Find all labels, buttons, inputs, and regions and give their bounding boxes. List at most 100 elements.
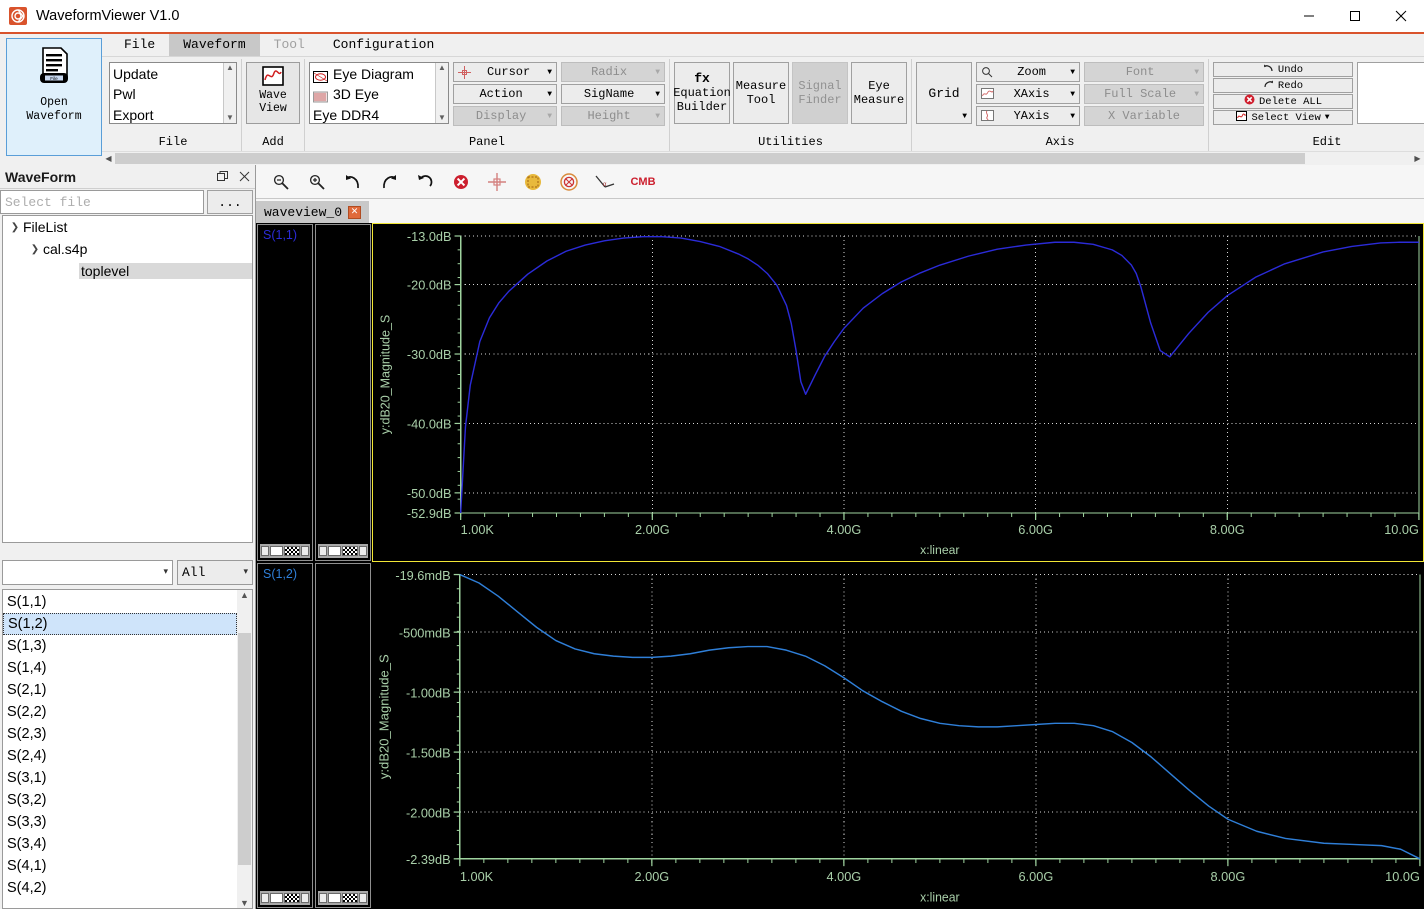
tree-node-toplevel[interactable]: toplevel [3, 260, 252, 282]
signal-list-item[interactable]: S(2,2) [3, 701, 237, 723]
signal-list-item[interactable]: S(4,2) [3, 877, 237, 899]
action-dropdown[interactable]: Action ▼ [453, 84, 557, 104]
signal-type-combo[interactable]: All ▾ [177, 559, 253, 585]
signal-list[interactable]: S(1,1) S(1,2) S(1,3) S(1,4) S(2,1) S(2,2) S(2,… [2, 589, 253, 909]
panel-item-3d-eye[interactable]: 3D Eye [313, 84, 435, 104]
tab-file[interactable]: File [110, 34, 169, 56]
scroll-right-icon[interactable]: ▶ [1411, 152, 1424, 165]
signal-list-item[interactable]: S(1,4) [3, 657, 237, 679]
tab-waveview-0[interactable]: waveview_0 ✕ [256, 201, 370, 223]
delete-all-button[interactable]: Delete ALL [1213, 94, 1353, 109]
tree-node-cal-s4p[interactable]: ❯ cal.s4p [3, 238, 252, 260]
mini-scrollbar[interactable] [318, 544, 368, 558]
ribbon-scroll-thumb[interactable] [115, 153, 1305, 164]
x-variable-button[interactable]: X Variable [1084, 106, 1204, 126]
tab-configuration[interactable]: Configuration [319, 34, 448, 56]
mini-scrollbar[interactable] [318, 891, 368, 905]
redo-arrow-icon[interactable] [374, 169, 404, 195]
chevron-down-icon[interactable]: ❯ [27, 244, 43, 255]
select-view-button[interactable]: Select View ▼ [1213, 110, 1353, 125]
panel-item-eye-ddr4[interactable]: Eye DDR4 [313, 105, 435, 123]
mini-scrollbar[interactable] [260, 544, 310, 558]
panel-item-eye-diagram[interactable]: Eye Diagram [313, 64, 435, 84]
signal-list-item[interactable]: S(4,1) [3, 855, 237, 877]
signal-list-scrollbar[interactable]: ▲ ▼ [237, 590, 252, 908]
signal-list-item[interactable]: S(2,1) [3, 679, 237, 701]
signal-list-item[interactable]: S(3,1) [3, 767, 237, 789]
crosshair-cursor-icon[interactable] [482, 169, 512, 195]
chevron-down-icon[interactable]: ▼ [962, 112, 967, 121]
close-panel-button[interactable] [233, 166, 255, 188]
tree-node-filelist[interactable]: ❯ FileList [3, 216, 252, 238]
scroll-up-icon[interactable]: ▲ [226, 63, 234, 73]
mini-scrollbar[interactable] [260, 891, 310, 905]
equation-builder-button[interactable]: fx Equation Builder [673, 62, 731, 124]
signal-column-1b[interactable] [315, 563, 371, 908]
file-actions-list[interactable]: Update Pwl Export ▲ ▼ [109, 62, 237, 124]
full-scale-dropdown[interactable]: Full Scale ▼ [1084, 84, 1204, 104]
signal-column-1a[interactable]: S(1,2) [257, 563, 313, 908]
font-dropdown[interactable]: Font ▼ [1084, 62, 1204, 82]
signal-list-scroll-thumb[interactable] [238, 633, 251, 865]
chart-0[interactable]: -13.0dB -20.0dB -30.0dB -40.0dB -50.0dB -52.9… [372, 223, 1424, 562]
signal-list-item[interactable]: S(2,3) [3, 723, 237, 745]
tab-close-icon[interactable]: ✕ [348, 205, 362, 219]
open-waveform-button[interactable]: File Open Waveform [6, 38, 102, 156]
signal-column-0b[interactable] [315, 224, 371, 561]
undo-arrow-icon[interactable] [338, 169, 368, 195]
undo-button[interactable]: Undo [1213, 62, 1353, 77]
reset-arrow-icon[interactable] [410, 169, 440, 195]
cursor-dropdown[interactable]: Cursor ▼ [453, 62, 557, 82]
zoom-dropdown[interactable]: Zoom ▼ [976, 62, 1080, 82]
angle-measure-icon[interactable]: α [590, 169, 620, 195]
delete-circle-icon[interactable] [446, 169, 476, 195]
panel-list-scrollbar[interactable]: ▲ ▼ [435, 63, 448, 123]
marker-dot-icon[interactable] [518, 169, 548, 195]
signal-label-s12[interactable]: S(1,2) [258, 564, 312, 581]
signal-list-item[interactable]: S(1,3) [3, 635, 237, 657]
scroll-left-icon[interactable]: ◀ [102, 152, 115, 165]
browse-file-button[interactable]: ... [207, 190, 253, 214]
signal-finder-button[interactable]: Signal Finder [792, 62, 848, 124]
file-action-pwl[interactable]: Pwl [113, 84, 223, 104]
panel-type-list[interactable]: Eye Diagram 3D Eye Eye DDR4 ▲ ▼ [309, 62, 449, 124]
float-panel-button[interactable] [211, 166, 233, 188]
grid-button[interactable]: Grid ▼ [916, 62, 972, 124]
signal-list-item[interactable]: S(3,4) [3, 833, 237, 855]
scroll-down-icon[interactable]: ▼ [226, 113, 234, 123]
cmb-icon[interactable]: CMB [626, 169, 660, 195]
measure-tool-button[interactable]: Measure Tool [733, 62, 789, 124]
chevron-down-icon[interactable]: ❯ [7, 222, 23, 233]
tab-waveform[interactable]: Waveform [169, 34, 260, 56]
chart-1[interactable]: -19.6mdB -500mdB -1.00dB -1.50dB -2.00dB -2.3… [372, 562, 1424, 909]
measure-circle-icon[interactable] [554, 169, 584, 195]
file-action-update[interactable]: Update [113, 64, 223, 84]
scroll-up-icon[interactable]: ▲ [240, 590, 249, 600]
signal-list-item[interactable]: S(1,2) [3, 613, 237, 635]
maximize-button[interactable] [1332, 0, 1378, 32]
redo-button[interactable]: Redo [1213, 78, 1353, 93]
signal-label-s11[interactable]: S(1,1) [258, 225, 312, 242]
zoom-out-icon[interactable] [266, 169, 296, 195]
file-list-scrollbar[interactable]: ▲ ▼ [223, 63, 236, 123]
file-path-input[interactable]: Select file [0, 190, 204, 214]
tab-tool[interactable]: Tool [260, 34, 319, 56]
xaxis-dropdown[interactable]: XAxis ▼ [976, 84, 1080, 104]
display-dropdown[interactable]: Display ▼ [453, 106, 557, 126]
signal-list-item[interactable]: S(1,1) [3, 591, 237, 613]
radix-dropdown[interactable]: Radix ▼ [561, 62, 665, 82]
zoom-in-icon[interactable] [302, 169, 332, 195]
file-tree[interactable]: ❯ FileList ❯ cal.s4p toplevel [2, 215, 253, 543]
scroll-up-icon[interactable]: ▲ [438, 63, 446, 73]
file-action-export[interactable]: Export [113, 105, 223, 123]
signal-column-0a[interactable]: S(1,1) [257, 224, 313, 561]
minimize-button[interactable] [1286, 0, 1332, 32]
wave-view-button[interactable]: Wave View [246, 62, 300, 124]
ribbon-horizontal-scrollbar[interactable]: ◀ ▶ [102, 151, 1424, 165]
close-button[interactable] [1378, 0, 1424, 32]
signal-list-item[interactable]: S(2,4) [3, 745, 237, 767]
scroll-down-icon[interactable]: ▼ [438, 113, 446, 123]
scroll-down-icon[interactable]: ▼ [240, 898, 249, 908]
signal-list-item[interactable]: S(3,2) [3, 789, 237, 811]
eye-measure-button[interactable]: Eye Measure [851, 62, 907, 124]
